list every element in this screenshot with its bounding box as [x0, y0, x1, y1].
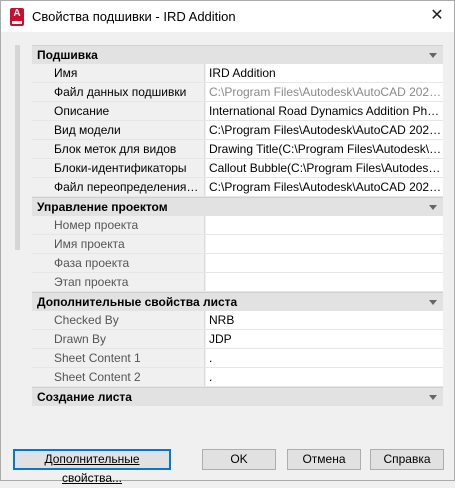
property-label: Drawn By	[32, 330, 205, 348]
category-project-control[interactable]: Управление проектом	[32, 197, 443, 216]
property-row-sheet-content-1[interactable]: Sheet Content 1 .	[32, 349, 443, 368]
property-row-project-phase[interactable]: Фаза проекта	[32, 254, 443, 273]
property-label: Блоки-идентификаторы	[32, 159, 205, 177]
property-label: Имя	[32, 64, 205, 82]
property-label: Номер проекта	[32, 216, 205, 234]
property-label: Описание	[32, 102, 205, 120]
property-row-checked-by[interactable]: Checked By NRB	[32, 311, 443, 330]
property-value[interactable]: C:\Program Files\Autodesk\AutoCAD 202…	[206, 83, 443, 101]
property-row-sheet-content-2[interactable]: Sheet Content 2 .	[32, 368, 443, 387]
category-sheet-set[interactable]: Подшивка	[32, 45, 443, 64]
property-value[interactable]: C:\Program Files\Autodesk\AutoCAD 202…	[206, 178, 443, 196]
property-value[interactable]: C:\Program Files\Autodesk\AutoCAD 202…	[206, 121, 443, 139]
property-row-data-file[interactable]: Файл данных подшивки C:\Program Files\Au…	[32, 83, 443, 102]
category-title: Управление проектом	[37, 200, 168, 214]
property-value[interactable]: IRD Addition	[206, 64, 443, 82]
help-button[interactable]: Справка	[370, 449, 444, 470]
property-label: Sheet Content 2	[32, 368, 205, 386]
property-label: Файл переопределения…	[32, 178, 205, 196]
property-value[interactable]	[206, 216, 443, 234]
property-row-description[interactable]: Описание International Road Dynamics Add…	[32, 102, 443, 121]
property-label: Фаза проекта	[32, 254, 205, 272]
property-value[interactable]: Callout Bubble(C:\Program Files\Autodes…	[206, 159, 443, 177]
property-label: Вид модели	[32, 121, 205, 139]
property-row-project-name[interactable]: Имя проекта	[32, 235, 443, 254]
property-label: Checked By	[32, 311, 205, 329]
property-row-label-block[interactable]: Блок меток для видов Drawing Title(C:\Pr…	[32, 140, 443, 159]
category-sheet-creation[interactable]: Создание листа	[32, 387, 443, 406]
property-row-override-file[interactable]: Файл переопределения… C:\Program Files\A…	[32, 178, 443, 197]
property-label: Этап проекта	[32, 273, 205, 291]
property-label: Файл данных подшивки	[32, 83, 205, 101]
property-value[interactable]: .	[206, 368, 443, 386]
property-label: Имя проекта	[32, 235, 205, 253]
property-value[interactable]: Drawing Title(C:\Program Files\Autodesk\…	[206, 140, 443, 158]
close-icon[interactable]: ✕	[424, 5, 450, 27]
category-sheet-custom-properties[interactable]: Дополнительные свойства листа	[32, 292, 443, 311]
category-title: Подшивка	[37, 48, 98, 62]
property-label: Sheet Content 1	[32, 349, 205, 367]
chevron-down-icon[interactable]	[429, 395, 437, 400]
chevron-down-icon[interactable]	[429, 53, 437, 58]
property-value[interactable]: JDP	[206, 330, 443, 348]
property-value[interactable]	[206, 254, 443, 272]
chevron-down-icon[interactable]	[429, 300, 437, 305]
property-value[interactable]	[206, 273, 443, 291]
window-title: Свойства подшивки - IRD Addition	[32, 9, 236, 24]
property-value[interactable]: International Road Dynamics Addition Pha…	[206, 102, 443, 120]
more-properties-button[interactable]: Дополнительные свойства...	[13, 449, 171, 485]
property-value[interactable]	[206, 235, 443, 253]
property-value[interactable]: .	[206, 349, 443, 367]
ok-button[interactable]: OK	[202, 449, 276, 470]
category-title: Создание листа	[37, 390, 132, 404]
chevron-down-icon[interactable]	[429, 205, 437, 210]
property-grid: Подшивка Имя IRD Addition Файл данных по…	[32, 45, 443, 422]
sheet-set-properties-dialog: A Свойства подшивки - IRD Addition ✕ Под…	[0, 0, 455, 485]
vertical-scrollbar[interactable]	[15, 45, 20, 250]
title-bar[interactable]: A Свойства подшивки - IRD Addition ✕	[1, 1, 454, 32]
property-value[interactable]: NRB	[206, 311, 443, 329]
category-title: Дополнительные свойства листа	[37, 295, 238, 309]
cancel-button[interactable]: Отмена	[287, 449, 361, 470]
autocad-icon: A	[10, 8, 24, 26]
property-row-name[interactable]: Имя IRD Addition	[32, 64, 443, 83]
property-row-project-number[interactable]: Номер проекта	[32, 216, 443, 235]
property-row-model-view[interactable]: Вид модели C:\Program Files\Autodesk\Aut…	[32, 121, 443, 140]
property-label: Блок меток для видов	[32, 140, 205, 158]
property-row-project-milestone[interactable]: Этап проекта	[32, 273, 443, 292]
property-row-callout-blocks[interactable]: Блоки-идентификаторы Callout Bubble(C:\P…	[32, 159, 443, 178]
property-row-drawn-by[interactable]: Drawn By JDP	[32, 330, 443, 349]
